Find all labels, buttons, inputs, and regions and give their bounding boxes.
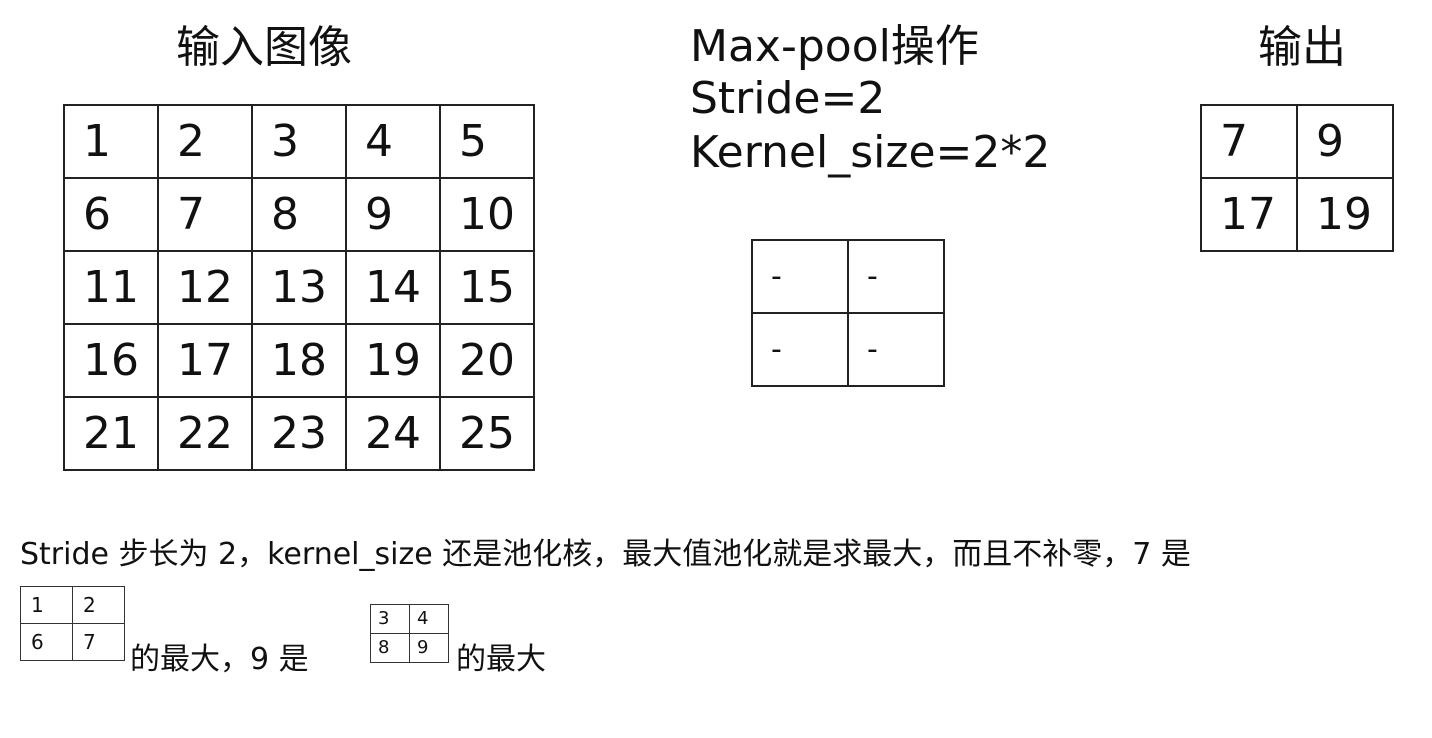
kernel-matrix-cell: -: [751, 312, 849, 387]
input-matrix-row: 16 17 18 19 20: [63, 323, 535, 398]
input-matrix-row: 21 22 23 24 25: [63, 396, 535, 471]
input-matrix-cell: 18: [251, 323, 347, 398]
input-matrix-cell: 12: [157, 250, 253, 325]
description-line-1: Stride 步长为 2，kernel_size 还是池化核，最大值池化就是求最…: [20, 537, 1191, 572]
kernel-matrix-cell: -: [847, 312, 945, 387]
input-matrix-row: 6 7 8 9 10: [63, 177, 535, 252]
input-matrix-cell: 1: [63, 104, 159, 179]
example-window-a: 1267: [20, 586, 125, 661]
output-matrix-row: 17 19: [1200, 177, 1394, 252]
output-title: 输出: [1258, 22, 1346, 73]
example-window-b: 3489: [370, 604, 449, 663]
input-title: 输入图像: [176, 22, 352, 73]
example-window-a-cell: 2: [72, 586, 125, 624]
example-window-a-cell: 6: [20, 623, 73, 661]
output-matrix-cell: 9: [1296, 104, 1394, 179]
input-matrix-row: 12345: [63, 104, 535, 179]
kernel-matrix: ----: [751, 239, 945, 387]
kernel-size-label: Kernel_size=2*2: [690, 127, 1051, 178]
output-matrix: 7 9 17 19: [1200, 104, 1394, 252]
stride-label: Stride=2: [690, 73, 886, 124]
kernel-matrix-row: --: [751, 239, 945, 314]
input-matrix-cell: 2: [157, 104, 253, 179]
example-window-a-cell: 7: [72, 623, 125, 661]
input-matrix-cell: 22: [157, 396, 253, 471]
input-matrix-row: 11 12 13 14 15: [63, 250, 535, 325]
operation-title: Max-pool操作: [690, 21, 979, 72]
output-matrix-cell: 19: [1296, 177, 1394, 252]
kernel-matrix-row: --: [751, 312, 945, 387]
kernel-matrix-cell: -: [847, 239, 945, 314]
input-matrix-cell: 24: [345, 396, 441, 471]
example-window-a-cell: 1: [20, 586, 73, 624]
example-window-a-row: 67: [20, 623, 125, 661]
input-matrix-cell: 8: [251, 177, 347, 252]
input-matrix-cell: 16: [63, 323, 159, 398]
input-matrix-cell: 7: [157, 177, 253, 252]
example-window-b-cell: 3: [370, 604, 410, 634]
input-matrix-cell: 11: [63, 250, 159, 325]
example-window-a-row: 12: [20, 586, 125, 624]
example-window-b-cell: 8: [370, 633, 410, 663]
input-matrix-cell: 21: [63, 396, 159, 471]
kernel-matrix-cell: -: [751, 239, 849, 314]
example-window-b-cell: 9: [409, 633, 449, 663]
input-matrix-cell: 4: [345, 104, 441, 179]
input-matrix-cell: 10: [439, 177, 535, 252]
input-matrix-cell: 6: [63, 177, 159, 252]
example-window-b-row: 89: [370, 633, 449, 663]
description-text-b: 的最大: [456, 642, 546, 677]
input-matrix-cell: 13: [251, 250, 347, 325]
input-matrix-cell: 15: [439, 250, 535, 325]
input-matrix: 1 2 3 4 5 6 7 8 9 10 11 12 13 14 15 16 17 18 19 20 21 22 23 24 2…: [63, 104, 535, 471]
input-matrix-cell: 19: [345, 323, 441, 398]
input-matrix-cell: 25: [439, 396, 535, 471]
input-matrix-cell: 17: [157, 323, 253, 398]
input-matrix-cell: 5: [439, 104, 535, 179]
input-matrix-cell: 23: [251, 396, 347, 471]
output-matrix-cell: 17: [1200, 177, 1298, 252]
output-matrix-row: 79: [1200, 104, 1394, 179]
output-matrix-cell: 7: [1200, 104, 1298, 179]
example-window-b-cell: 4: [409, 604, 449, 634]
input-matrix-cell: 14: [345, 250, 441, 325]
example-window-b-row: 34: [370, 604, 449, 634]
description-text-a: 的最大，9 是: [130, 642, 309, 677]
input-matrix-cell: 20: [439, 323, 535, 398]
input-matrix-cell: 3: [251, 104, 347, 179]
input-matrix-cell: 9: [345, 177, 441, 252]
